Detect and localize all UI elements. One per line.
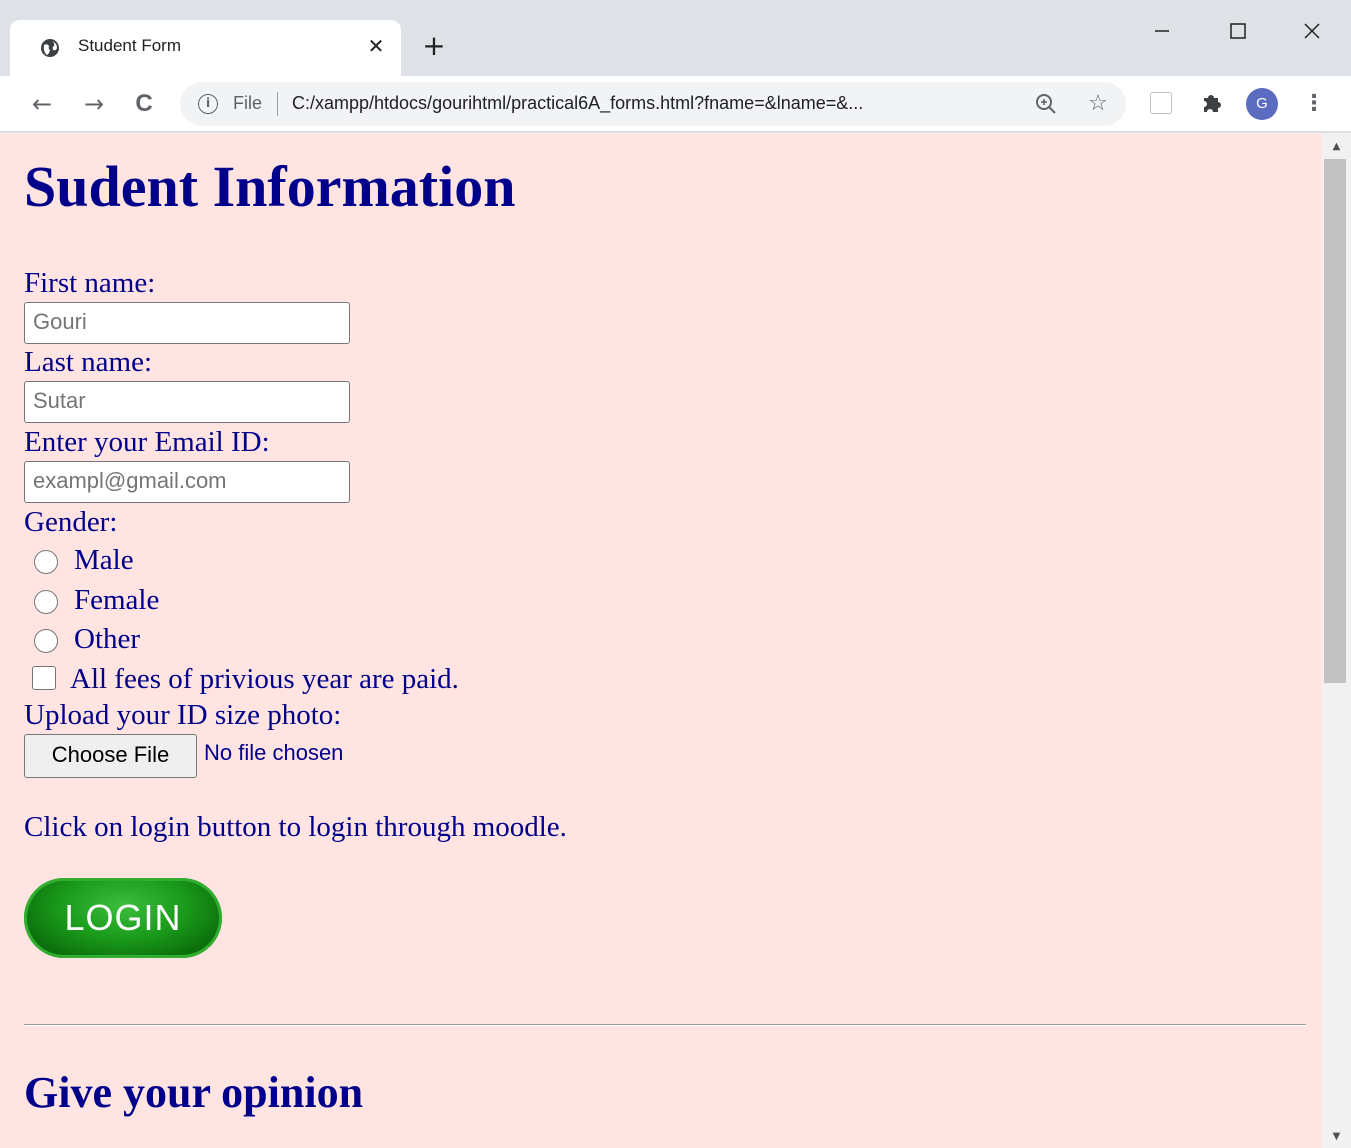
fees-paid-label: All fees of privious year are paid. — [70, 663, 459, 695]
horizontal-rule — [24, 1024, 1306, 1026]
maximize-icon — [1230, 23, 1246, 39]
radio-male[interactable] — [34, 550, 58, 574]
globe-icon — [41, 39, 59, 57]
email-label: Enter your Email ID: — [24, 426, 270, 458]
browser-tab[interactable]: Student Form ✕ — [10, 20, 401, 76]
avatar[interactable]: G — [1246, 88, 1278, 120]
email-input[interactable]: exampl@gmail.com — [24, 461, 350, 503]
upload-label: Upload your ID size photo: — [24, 699, 342, 731]
radio-label-male: Male — [74, 544, 134, 576]
login-instruction: Click on login button to login through m… — [24, 811, 567, 843]
url-scheme: File — [233, 93, 263, 113]
menu-icon[interactable]: ⋮ — [1300, 88, 1328, 120]
fees-paid-checkbox[interactable] — [32, 666, 56, 690]
minimize-icon — [1155, 30, 1169, 32]
browser-toolbar: ← → C i File C:/xampp/htdocs/gourihtml/p… — [0, 76, 1351, 132]
info-icon[interactable]: i — [198, 94, 218, 114]
last-name-input[interactable]: Sutar — [24, 381, 350, 423]
url-text[interactable]: C:/xampp/htdocs/gourihtml/practical6A_fo… — [292, 93, 863, 114]
radio-label-other: Other — [74, 623, 141, 655]
minimize-button[interactable] — [1142, 14, 1182, 48]
radio-female[interactable] — [34, 590, 58, 614]
back-button[interactable]: ← — [26, 88, 58, 120]
last-name-label: Last name: — [24, 346, 153, 378]
puzzle-icon[interactable] — [1198, 89, 1226, 117]
login-button[interactable]: LOGIN — [24, 878, 222, 958]
first-name-input[interactable]: Gouri — [24, 302, 350, 344]
page-content: Sudent Information First name: Gouri Las… — [0, 133, 1322, 1148]
first-name-label: First name: — [24, 267, 156, 299]
scrollbar-thumb[interactable] — [1324, 159, 1346, 683]
new-tab-button[interactable]: + — [420, 32, 448, 60]
forward-button[interactable]: → — [78, 88, 110, 120]
radio-label-female: Female — [74, 584, 160, 616]
star-icon[interactable]: ☆ — [1084, 90, 1112, 118]
radio-other[interactable] — [34, 629, 58, 653]
opinion-heading: Give your opinion — [24, 1068, 364, 1117]
tab-close-icon[interactable]: ✕ — [364, 34, 388, 58]
zoom-icon[interactable] — [1032, 90, 1060, 118]
vertical-scrollbar[interactable]: ▲ ▼ — [1322, 133, 1351, 1148]
extension-icon[interactable] — [1150, 92, 1172, 114]
page-viewport: Sudent Information First name: Gouri Las… — [0, 133, 1351, 1148]
reload-button[interactable]: C — [128, 88, 160, 120]
scroll-down-icon[interactable]: ▼ — [1322, 1127, 1351, 1147]
file-status: No file chosen — [204, 740, 344, 765]
close-icon — [1304, 23, 1320, 39]
choose-file-button[interactable]: Choose File — [24, 734, 197, 778]
page-title: Sudent Information — [24, 154, 516, 219]
close-window-button[interactable] — [1292, 14, 1332, 48]
maximize-button[interactable] — [1218, 14, 1258, 48]
scroll-up-icon[interactable]: ▲ — [1322, 137, 1351, 157]
tab-title: Student Form — [78, 36, 181, 55]
gender-label: Gender: — [24, 506, 118, 538]
address-bar[interactable]: i File C:/xampp/htdocs/gourihtml/practic… — [180, 82, 1126, 126]
browser-titlebar: Student Form ✕ + — [0, 0, 1351, 76]
omnibox-divider — [277, 92, 278, 116]
